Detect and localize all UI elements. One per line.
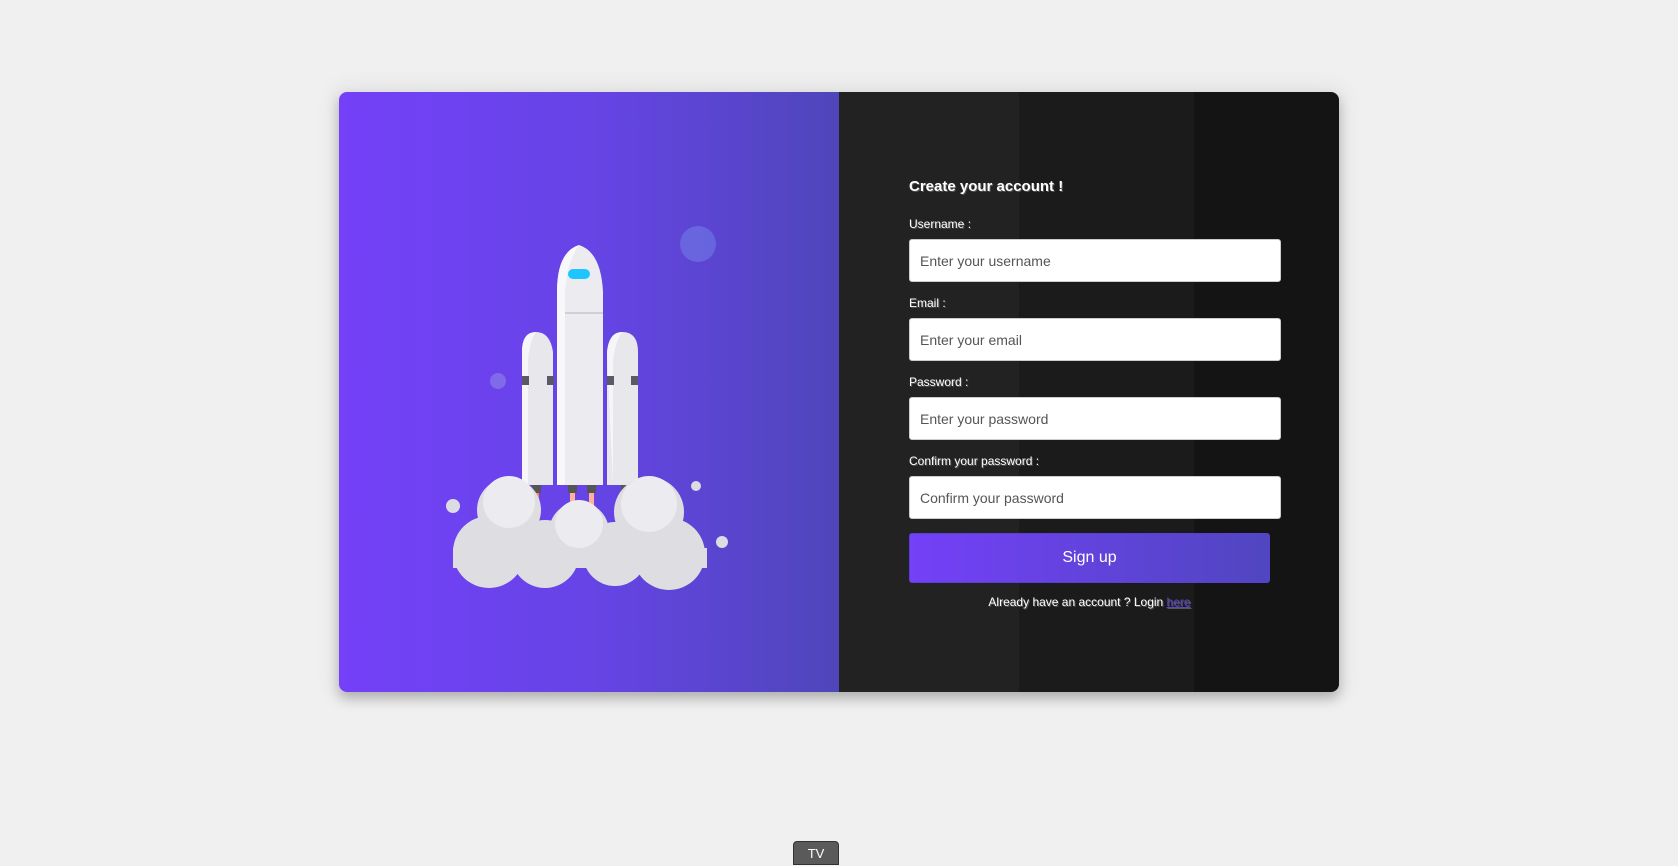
signup-card: Create your account ! Username : Email :…	[339, 92, 1339, 692]
email-input[interactable]	[909, 318, 1281, 361]
signup-button[interactable]: Sign up	[909, 533, 1270, 583]
tv-badge[interactable]: TV	[793, 841, 839, 865]
email-label: Email :	[909, 296, 946, 310]
password-label: Password :	[909, 375, 969, 389]
login-prompt-text: Already have an account ? Login	[988, 595, 1167, 609]
illustration-panel	[339, 92, 839, 692]
login-link[interactable]: here	[1167, 595, 1191, 609]
password-input[interactable]	[909, 397, 1281, 440]
username-input[interactable]	[909, 239, 1281, 282]
signup-panel: Create your account ! Username : Email :…	[839, 92, 1339, 692]
rocket-launch-illustration	[446, 226, 728, 590]
confirm-password-label: Confirm your password :	[909, 454, 1040, 468]
username-label: Username :	[909, 217, 972, 231]
login-prompt: Already have an account ? Login here	[909, 595, 1270, 609]
form-title: Create your account !	[909, 178, 1064, 195]
confirm-password-input[interactable]	[909, 476, 1281, 519]
signup-form: Create your account ! Username : Email :…	[909, 178, 1281, 609]
